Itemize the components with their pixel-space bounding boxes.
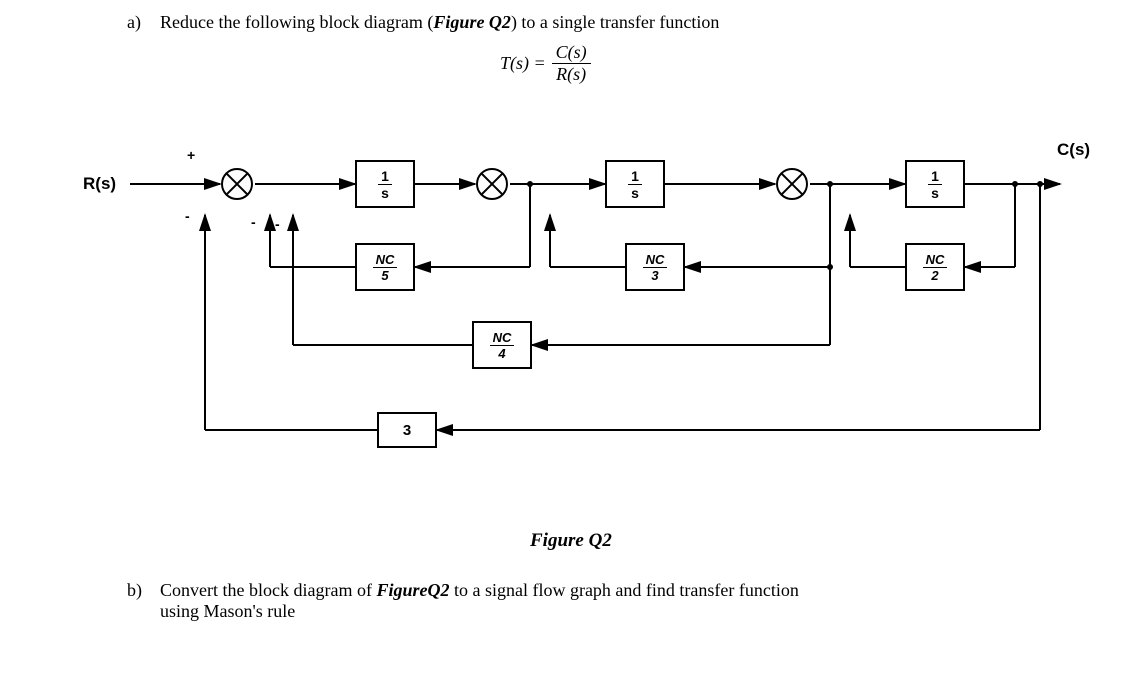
pickoff-node: [827, 264, 833, 270]
g3-num: 1: [928, 169, 942, 185]
output-label: C(s): [1057, 140, 1090, 160]
h4-num: NC: [490, 331, 515, 346]
eq-lhs: T(s) =: [500, 53, 546, 74]
block-g3: 1 s: [905, 160, 965, 208]
block-g2: 1 s: [605, 160, 665, 208]
h1-num: NC: [373, 253, 398, 268]
h3-num: NC: [923, 253, 948, 268]
pickoff-node: [827, 181, 833, 187]
block-g1: 1 s: [355, 160, 415, 208]
qa-text2: ) to a single transfer function: [511, 12, 719, 32]
summing-junction-3: [776, 168, 808, 200]
pickoff-node: [527, 181, 533, 187]
question-a-text: Reduce the following block diagram (Figu…: [160, 12, 719, 33]
block-h1: NC 5: [355, 243, 415, 291]
question-b-prefix: b): [127, 580, 142, 601]
block-diagram: R(s) C(s) + - - - 1 s 1 s 1 s NC 5 NC: [75, 130, 1100, 500]
block-h5: 3: [377, 412, 437, 448]
eq-den: R(s): [552, 64, 591, 85]
sign-minus-1: -: [185, 208, 190, 224]
pickoff-node: [1037, 181, 1043, 187]
input-label: R(s): [83, 174, 116, 194]
pickoff-node: [1012, 181, 1018, 187]
sign-minus-3: -: [275, 216, 280, 232]
question-a-prefix: a): [127, 12, 141, 33]
eq-num: C(s): [552, 42, 591, 64]
qb-figref: FigureQ2: [376, 580, 449, 600]
qb-text2: to a signal flow graph and find transfer…: [449, 580, 798, 600]
h2-den: 3: [643, 268, 668, 282]
g1-den: s: [378, 185, 392, 200]
h3-den: 2: [923, 268, 948, 282]
sign-plus-1: +: [187, 147, 195, 163]
g1-num: 1: [378, 169, 392, 185]
qb-text1: Convert the block diagram of: [160, 580, 376, 600]
h2-num: NC: [643, 253, 668, 268]
h4-den: 4: [490, 346, 515, 360]
g3-den: s: [928, 185, 942, 200]
block-h2: NC 3: [625, 243, 685, 291]
h5-val: 3: [403, 422, 411, 439]
block-h4: NC 4: [472, 321, 532, 369]
summing-junction-2: [476, 168, 508, 200]
g2-den: s: [628, 185, 642, 200]
h1-den: 5: [373, 268, 398, 282]
block-h3: NC 2: [905, 243, 965, 291]
g2-num: 1: [628, 169, 642, 185]
question-b-text: Convert the block diagram of FigureQ2 to…: [160, 580, 1030, 622]
qa-figref: Figure Q2: [433, 12, 511, 32]
transfer-equation: T(s) = C(s) R(s): [500, 42, 591, 85]
sign-minus-2: -: [251, 214, 256, 230]
qa-text1: Reduce the following block diagram (: [160, 12, 433, 32]
qb-text3: using Mason's rule: [160, 601, 295, 621]
figure-caption: Figure Q2: [530, 530, 612, 552]
summing-junction-1: [221, 168, 253, 200]
